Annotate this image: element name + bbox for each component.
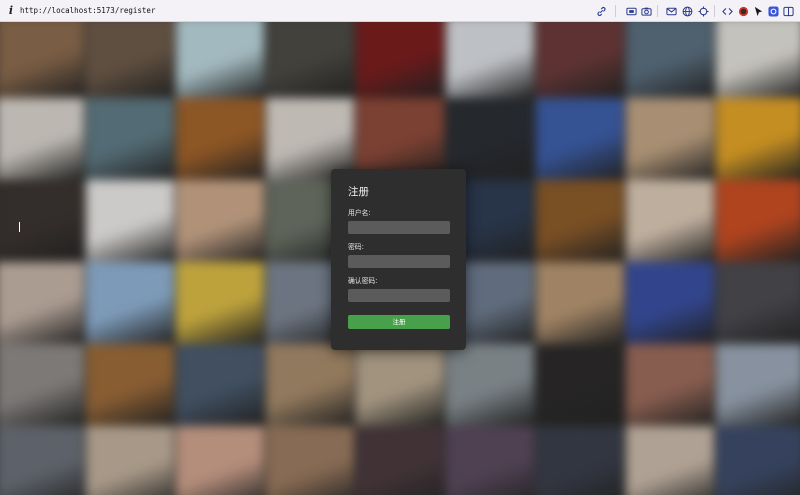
sidebar-icon[interactable]: [783, 6, 794, 17]
info-icon[interactable]: i: [6, 4, 16, 17]
cursor-icon[interactable]: [753, 6, 764, 17]
confirm-password-field[interactable]: [348, 289, 450, 302]
browser-toolbar: i http://localhost:5173/register: [0, 0, 800, 22]
password-label: 密码:: [348, 243, 364, 251]
toolbar-separator: [615, 5, 616, 17]
extension-icon[interactable]: [768, 6, 779, 17]
mail-icon[interactable]: [666, 6, 677, 17]
username-field[interactable]: [348, 221, 450, 234]
register-dialog: 注册 用户名: 密码: 确认密码: 注册: [331, 169, 466, 350]
text-caret: [19, 222, 20, 232]
toolbar-separator: [657, 5, 658, 17]
dialog-title: 注册: [348, 186, 369, 198]
confirm-password-label: 确认密码:: [348, 277, 378, 285]
address-bar[interactable]: http://localhost:5173/register: [20, 5, 155, 17]
username-label: 用户名:: [348, 209, 371, 217]
register-button[interactable]: 注册: [348, 315, 450, 329]
record-icon[interactable]: [738, 6, 749, 17]
globe-icon[interactable]: [682, 6, 693, 17]
toolbar-separator: [714, 5, 715, 17]
target-icon[interactable]: [698, 6, 709, 17]
screen-icon[interactable]: [626, 6, 637, 17]
code-icon[interactable]: [722, 6, 733, 17]
password-field[interactable]: [348, 255, 450, 268]
camera-icon[interactable]: [641, 6, 652, 17]
link-icon[interactable]: [596, 6, 607, 17]
